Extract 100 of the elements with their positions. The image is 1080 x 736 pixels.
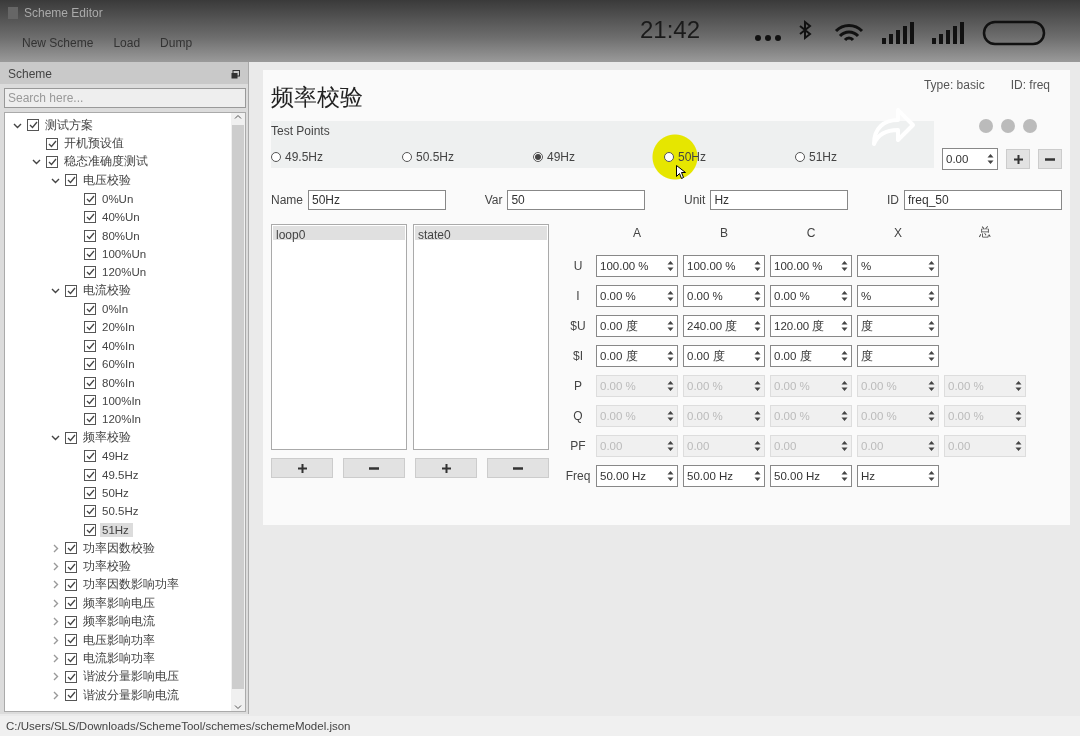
- spin-box[interactable]: 50.00 Hz: [683, 465, 765, 487]
- tree-item[interactable]: 测试方案: [43, 116, 97, 134]
- spin-box[interactable]: 100.00 %: [596, 255, 678, 277]
- tree-item[interactable]: 100%Un: [100, 246, 151, 261]
- tree-item[interactable]: 频率影响电压: [81, 594, 159, 612]
- checkbox[interactable]: [84, 358, 96, 371]
- checkbox[interactable]: [84, 321, 96, 334]
- tree-item[interactable]: 0%Un: [100, 191, 138, 206]
- checkbox[interactable]: [65, 174, 77, 187]
- spin-box[interactable]: 50.00 Hz: [770, 465, 852, 487]
- spin-box[interactable]: %: [857, 255, 939, 277]
- checkbox[interactable]: [65, 615, 77, 628]
- tree-item[interactable]: 功率因数校验: [81, 539, 159, 557]
- spin-box[interactable]: 50.00 Hz: [596, 465, 678, 487]
- tree-item[interactable]: 功率校验: [81, 558, 135, 576]
- tree-item[interactable]: 80%In: [100, 375, 139, 390]
- spin-box[interactable]: 0.00 度: [596, 315, 678, 337]
- tree-item[interactable]: 60%In: [100, 357, 139, 372]
- checkbox[interactable]: [46, 155, 58, 168]
- search-field[interactable]: Search here...: [4, 88, 246, 108]
- undock-icon[interactable]: [231, 69, 240, 79]
- tree-item[interactable]: 120%Un: [100, 265, 151, 280]
- tree-item[interactable]: 20%In: [100, 320, 139, 335]
- radio-option[interactable]: 49.5Hz: [271, 150, 324, 164]
- checkbox[interactable]: [84, 192, 96, 205]
- tree-item[interactable]: 开机预设值: [62, 135, 128, 153]
- remove-button[interactable]: [487, 458, 549, 478]
- add-button[interactable]: [1006, 149, 1030, 169]
- checkbox[interactable]: [65, 597, 77, 610]
- list-item[interactable]: state0: [415, 226, 547, 240]
- chevron-down-icon[interactable]: [31, 157, 41, 167]
- checkbox[interactable]: [65, 670, 77, 683]
- text-field[interactable]: 50Hz: [308, 190, 446, 210]
- tree-item[interactable]: 40%In: [100, 338, 139, 353]
- remove-button[interactable]: [343, 458, 405, 478]
- spin-box[interactable]: 0.00: [942, 148, 998, 170]
- remove-button[interactable]: [1038, 149, 1062, 169]
- tree-item[interactable]: 谐波分量影响电流: [81, 686, 183, 704]
- tree-item[interactable]: 电压校验: [81, 171, 135, 189]
- tree-item[interactable]: 50Hz: [100, 486, 133, 500]
- spin-box[interactable]: 度: [857, 315, 939, 337]
- radio-option[interactable]: 49Hz: [533, 150, 575, 164]
- spin-box[interactable]: 0.00 度: [683, 345, 765, 367]
- spin-box[interactable]: 0.00 %: [683, 285, 765, 307]
- tree-item[interactable]: 频率校验: [81, 429, 135, 447]
- tree-item[interactable]: 49.5Hz: [100, 467, 143, 482]
- checkbox[interactable]: [65, 284, 77, 297]
- tree-item[interactable]: 频率影响电流: [81, 613, 159, 631]
- checkbox[interactable]: [84, 413, 96, 426]
- tree-item[interactable]: 80%Un: [100, 228, 144, 243]
- spin-box[interactable]: 度: [857, 345, 939, 367]
- checkbox[interactable]: [84, 450, 96, 463]
- checkbox[interactable]: [84, 229, 96, 242]
- checkbox[interactable]: [84, 487, 96, 499]
- spin-box[interactable]: 0.00 度: [596, 345, 678, 367]
- checkbox[interactable]: [65, 431, 77, 444]
- checkbox[interactable]: [65, 689, 77, 702]
- checkbox[interactable]: [65, 578, 77, 591]
- list-item[interactable]: loop0: [273, 226, 405, 240]
- spin-box[interactable]: 0.00 %: [770, 285, 852, 307]
- checkbox[interactable]: [84, 468, 96, 481]
- checkbox[interactable]: [84, 523, 96, 536]
- checkbox[interactable]: [84, 211, 96, 224]
- checkbox[interactable]: [84, 266, 96, 279]
- checkbox[interactable]: [46, 137, 58, 150]
- spin-box[interactable]: 240.00 度: [683, 315, 765, 337]
- checkbox[interactable]: [84, 505, 96, 518]
- checkbox[interactable]: [84, 303, 96, 316]
- spin-box[interactable]: 100.00 %: [683, 255, 765, 277]
- tree-item[interactable]: 稳态准确度测试: [62, 153, 152, 171]
- tree-item[interactable]: 0%In: [100, 302, 133, 317]
- tree-item[interactable]: 100%In: [100, 394, 145, 409]
- radio-option[interactable]: 51Hz: [795, 150, 837, 164]
- tree-item[interactable]: 49Hz: [100, 449, 133, 464]
- checkbox[interactable]: [84, 376, 96, 389]
- tree-item[interactable]: 电流影响功率: [81, 650, 159, 667]
- checkbox[interactable]: [84, 247, 96, 260]
- checkbox[interactable]: [65, 652, 77, 665]
- spin-box[interactable]: 0.00 度: [770, 345, 852, 367]
- spin-box[interactable]: %: [857, 285, 939, 307]
- text-field[interactable]: freq_50: [904, 190, 1062, 210]
- checkbox[interactable]: [84, 339, 96, 352]
- spin-box[interactable]: Hz: [857, 465, 939, 487]
- checkbox[interactable]: [65, 560, 77, 573]
- chevron-down-icon[interactable]: [50, 433, 60, 443]
- checkbox[interactable]: [65, 542, 77, 555]
- tree-item[interactable]: 电流校验: [81, 282, 135, 300]
- text-field[interactable]: Hz: [710, 190, 849, 210]
- tree-item[interactable]: 40%Un: [100, 210, 144, 225]
- tree-item[interactable]: 电压影响功率: [81, 631, 159, 649]
- spin-box[interactable]: 100.00 %: [770, 255, 852, 277]
- tree-item[interactable]: 谐波分量影响电压: [81, 668, 183, 686]
- chevron-down-icon[interactable]: [50, 286, 60, 296]
- checkbox[interactable]: [84, 395, 96, 408]
- tree-item[interactable]: 51Hz: [100, 522, 133, 537]
- tree-item[interactable]: 50.5Hz: [100, 504, 143, 519]
- text-field[interactable]: 50: [507, 190, 646, 210]
- spin-box[interactable]: 0.00 %: [596, 285, 678, 307]
- tree-item[interactable]: 120%In: [100, 412, 145, 427]
- checkbox[interactable]: [65, 634, 77, 647]
